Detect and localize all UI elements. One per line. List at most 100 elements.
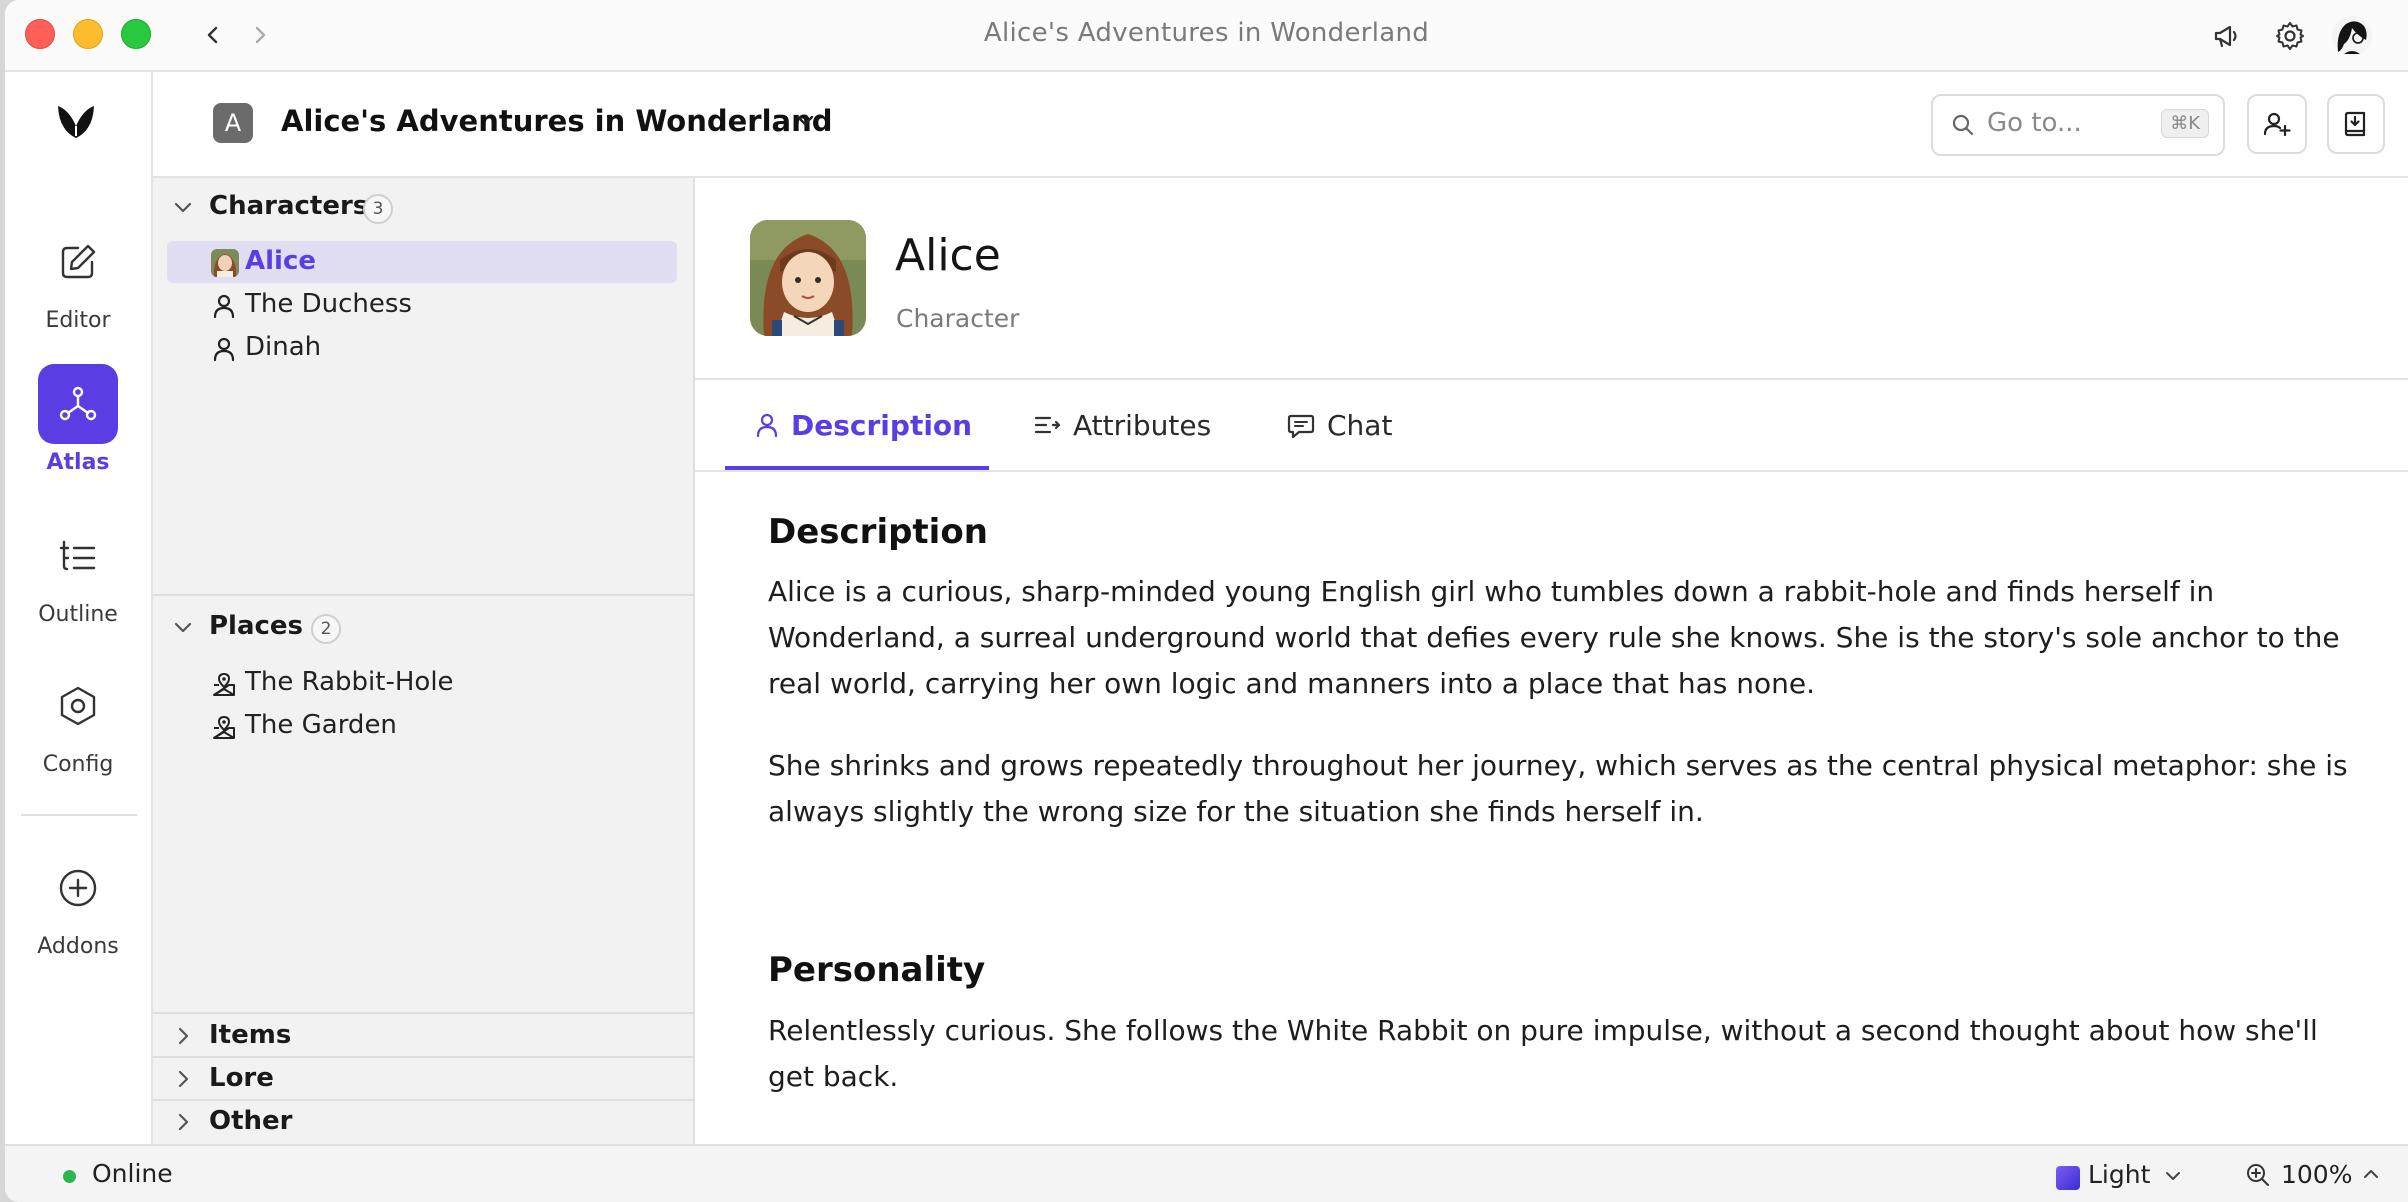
status-bar: Online Light 100% <box>5 1144 2408 1202</box>
person-icon <box>213 294 235 319</box>
person-icon <box>213 337 235 362</box>
project-header: A Alice's Adventures in Wonderland Go to… <box>153 72 2408 178</box>
invite-user-button[interactable] <box>2247 94 2307 154</box>
user-plus-icon <box>2263 112 2291 137</box>
section-title: Other <box>209 1106 293 1136</box>
list-attributes-icon <box>1034 416 1061 434</box>
rail-item-config[interactable]: Config <box>5 666 151 777</box>
detail-tabs: Description Attributes Chat <box>695 380 2408 472</box>
section-heading-description: Description <box>768 512 988 552</box>
character-portrait[interactable] <box>750 220 866 336</box>
tree-item-label: Alice <box>245 246 316 276</box>
chevron-right-icon <box>178 1070 189 1088</box>
rail-item-editor[interactable]: Editor <box>5 222 151 333</box>
tab-label: Attributes <box>1073 408 1212 442</box>
rail-item-atlas[interactable]: Atlas <box>5 364 151 475</box>
tree-item-label: Dinah <box>245 332 322 362</box>
chevron-right-icon <box>178 1113 189 1131</box>
goto-search[interactable]: Go to... ⌘K <box>1931 94 2225 156</box>
person-icon <box>756 413 778 438</box>
logo-icon <box>58 106 94 138</box>
character-name: Alice <box>895 230 1001 281</box>
rail-label: Outline <box>38 602 118 627</box>
tree-item-label: The Garden <box>245 710 397 740</box>
chevron-down-icon <box>796 115 814 126</box>
entity-detail: Alice Character Description Attributes C… <box>695 178 2408 1144</box>
personality-paragraph: Relentlessly curious. She follows the Wh… <box>768 1014 2318 1093</box>
theme-selector[interactable]: Light <box>2088 1160 2150 1189</box>
rail-icon-box <box>38 364 118 444</box>
rail-icon-box <box>38 666 118 746</box>
section-lore[interactable]: Lore <box>153 1058 693 1100</box>
theme-swatch-icon <box>2056 1166 2080 1190</box>
project-badge: A <box>213 103 253 143</box>
pencil-square-icon <box>61 244 96 279</box>
tree-item-alice[interactable]: Alice <box>167 241 677 283</box>
outline-tree-icon <box>59 540 96 571</box>
avatar-icon <box>2332 16 2372 56</box>
rail-label: Editor <box>45 308 111 333</box>
description-paragraph: Alice is a curious, sharp-minded young E… <box>768 575 2340 700</box>
tab-description[interactable]: Description <box>755 380 972 470</box>
chevron-down-icon <box>174 202 192 213</box>
announcements-button[interactable] <box>2208 18 2244 54</box>
tab-label: Description <box>791 408 973 442</box>
alice-thumbnail-icon <box>211 249 239 277</box>
online-indicator <box>63 1170 76 1183</box>
chat-bubble-icon <box>1287 414 1315 439</box>
user-avatar[interactable] <box>2330 14 2374 58</box>
rail-icon-box <box>38 848 118 928</box>
section-title: Characters <box>209 191 369 221</box>
tree-item-the-garden[interactable]: The Garden <box>167 705 677 747</box>
active-tab-indicator <box>725 466 989 470</box>
description-paragraph: She shrinks and grows repeatedly through… <box>768 749 2348 828</box>
rail-label: Atlas <box>46 450 110 475</box>
section-characters[interactable]: Characters 3 <box>153 186 693 228</box>
tree-item-the-rabbit-hole[interactable]: The Rabbit-Hole <box>167 662 677 704</box>
tree-item-dinah[interactable]: Dinah <box>167 327 677 369</box>
rail-divider <box>21 814 137 816</box>
section-other[interactable]: Other <box>153 1101 693 1143</box>
left-nav-rail: Editor Atlas Outline Config Addons <box>5 72 153 1144</box>
character-header: Alice Character <box>695 178 2408 380</box>
project-title[interactable]: Alice's Adventures in Wonderland <box>281 104 833 138</box>
section-count-badge: 2 <box>311 614 341 644</box>
rail-item-addons[interactable]: Addons <box>5 848 151 959</box>
chevron-down-icon[interactable] <box>2163 1166 2183 1186</box>
app-logo <box>55 100 97 146</box>
tree-item-label: The Rabbit-Hole <box>245 667 454 697</box>
character-type: Character <box>896 304 1020 333</box>
search-icon <box>1952 114 1974 136</box>
megaphone-icon <box>2214 25 2237 48</box>
chevron-up-icon[interactable] <box>2361 1164 2381 1184</box>
zoom-level[interactable]: 100% <box>2281 1160 2352 1189</box>
entity-tree: Characters 3 Alice The Duchess Dinah Pla… <box>153 178 695 1144</box>
rail-label: Addons <box>37 934 119 959</box>
tree-item-the-duchess[interactable]: The Duchess <box>167 284 677 326</box>
section-places[interactable]: Places 2 <box>153 606 693 648</box>
gear-icon <box>2276 22 2304 50</box>
section-items[interactable]: Items <box>153 1015 693 1057</box>
tab-chat[interactable]: Chat <box>1287 380 1392 470</box>
connection-status: Online <box>92 1159 173 1188</box>
search-placeholder: Go to... <box>1987 108 2082 138</box>
book-download-icon <box>2344 111 2366 137</box>
search-shortcut: ⌘K <box>2161 109 2209 138</box>
portrait-image-icon <box>750 220 866 336</box>
hexagon-settings-icon <box>60 686 96 726</box>
app-window: Alice's Adventures in Wonderland Editor … <box>5 0 2408 1202</box>
map-pin-icon <box>213 672 235 696</box>
export-book-button[interactable] <box>2327 94 2385 154</box>
chevron-down-icon <box>174 622 192 633</box>
settings-button[interactable] <box>2272 18 2308 54</box>
graph-nodes-icon <box>59 386 97 421</box>
section-divider <box>153 1012 693 1014</box>
rail-item-outline[interactable]: Outline <box>5 516 151 627</box>
plus-circle-icon <box>59 869 97 907</box>
tab-attributes[interactable]: Attributes <box>1033 380 1211 470</box>
tab-label: Chat <box>1327 408 1393 442</box>
section-divider <box>153 594 693 596</box>
project-switcher-button[interactable] <box>793 108 817 136</box>
rail-label: Config <box>42 752 114 777</box>
tree-item-label: The Duchess <box>245 289 412 319</box>
